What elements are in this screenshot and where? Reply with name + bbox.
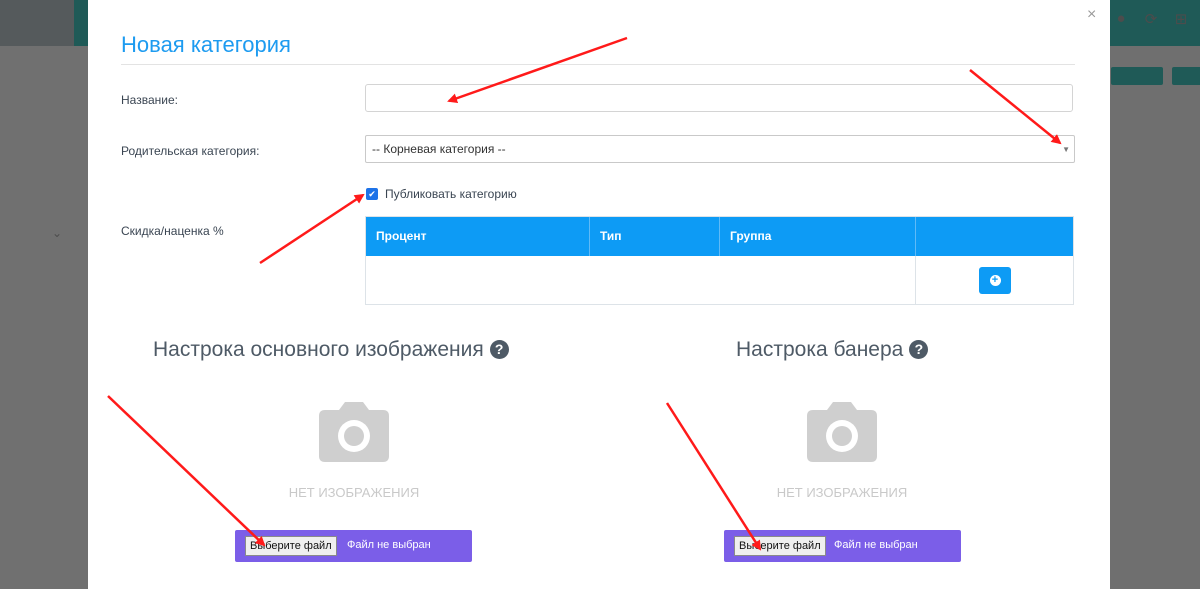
arrow-to-select-caret bbox=[969, 69, 1062, 145]
arrow-to-banner-file-button bbox=[665, 402, 762, 551]
arrow-to-name-input bbox=[447, 36, 628, 104]
annotation-arrows bbox=[107, 36, 1062, 551]
arrow-to-publish-checkbox bbox=[259, 193, 365, 265]
arrow-to-main-file-button bbox=[107, 395, 266, 547]
